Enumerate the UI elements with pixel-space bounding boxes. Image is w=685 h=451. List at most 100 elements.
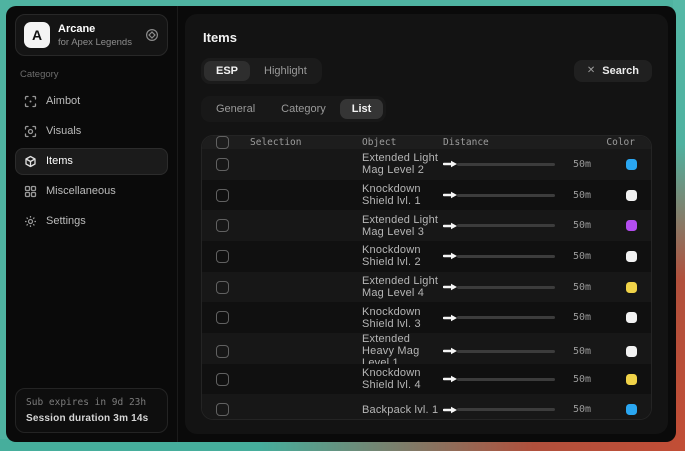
slider-track[interactable] — [457, 408, 555, 411]
slider-track[interactable] — [457, 163, 555, 166]
color-cell — [591, 374, 637, 385]
table-row: Extended Light Mag Level 4 50m — [202, 272, 651, 303]
distance-slider[interactable] — [443, 252, 555, 260]
search-button-label: Search — [602, 65, 639, 77]
sidebar-item-aimbot[interactable]: Aimbot — [15, 88, 168, 115]
color-swatch[interactable] — [626, 282, 637, 293]
row-checkbox[interactable] — [216, 158, 229, 171]
sidebar-item-label: Settings — [46, 215, 86, 227]
brand-name: Arcane — [58, 23, 132, 35]
session-duration-text: Session duration 3m 14s — [26, 413, 157, 424]
row-checkbox[interactable] — [216, 345, 229, 358]
distance-value: 50m — [565, 282, 591, 293]
color-swatch[interactable] — [626, 374, 637, 385]
sidebar-item-visuals[interactable]: Visuals — [15, 118, 168, 145]
gem-icon[interactable] — [145, 28, 159, 42]
select-all-checkbox[interactable] — [216, 136, 229, 149]
color-cell — [591, 346, 637, 357]
slider-track[interactable] — [457, 224, 555, 227]
slider-track[interactable] — [457, 194, 555, 197]
distance-cell: 50m — [443, 190, 591, 201]
column-header-selection: Selection — [250, 137, 362, 148]
table-row: Extended Heavy Mag Level 1 50m — [202, 333, 651, 364]
sidebar-item-settings[interactable]: Settings — [15, 208, 168, 235]
color-swatch[interactable] — [626, 190, 637, 201]
distance-cell: 50m — [443, 159, 591, 170]
mode-tabs: ESP Highlight — [201, 58, 322, 84]
category-label: Category — [20, 69, 163, 80]
row-checkbox[interactable] — [216, 219, 229, 232]
distance-value: 50m — [565, 374, 591, 385]
row-checkbox[interactable] — [216, 373, 229, 386]
row-checkbox[interactable] — [216, 311, 229, 324]
slider-track[interactable] — [457, 286, 555, 289]
brand-subtitle: for Apex Legends — [58, 37, 132, 48]
slider-track[interactable] — [457, 350, 555, 353]
distance-value: 50m — [565, 220, 591, 231]
brand-card: A Arcane for Apex Legends — [15, 14, 168, 56]
distance-cell: 50m — [443, 346, 591, 357]
row-checkbox[interactable] — [216, 189, 229, 202]
table-row: Extended Light Mag Level 3 50m — [202, 210, 651, 241]
table-row: Backpack lvl. 1 50m — [202, 394, 651, 420]
slider-track[interactable] — [457, 378, 555, 381]
sidebar-item-label: Miscellaneous — [46, 185, 116, 197]
tab-highlight[interactable]: Highlight — [252, 61, 319, 81]
row-checkbox[interactable] — [216, 403, 229, 416]
slider-track[interactable] — [457, 316, 555, 319]
column-header-distance: Distance — [443, 137, 591, 148]
tab-general[interactable]: General — [204, 99, 267, 119]
color-swatch[interactable] — [626, 346, 637, 357]
color-swatch[interactable] — [626, 312, 637, 323]
tab-category[interactable]: Category — [269, 99, 338, 119]
distance-slider[interactable] — [443, 222, 555, 230]
column-header-object: Object — [362, 137, 443, 148]
color-swatch[interactable] — [626, 404, 637, 415]
app-window: A Arcane for Apex Legends Category Aimbo — [6, 6, 676, 442]
distance-slider[interactable] — [443, 314, 555, 322]
color-cell — [591, 404, 637, 415]
color-swatch[interactable] — [626, 220, 637, 231]
sidebar: A Arcane for Apex Legends Category Aimbo — [6, 6, 178, 442]
distance-slider[interactable] — [443, 406, 555, 414]
item-object-label: Extended Light Mag Level 4 — [362, 275, 443, 299]
subscription-card: Sub expires in 9d 23h Session duration 3… — [15, 388, 168, 433]
distance-slider[interactable] — [443, 347, 555, 355]
sidebar-item-items[interactable]: Items — [15, 148, 168, 175]
color-cell — [591, 190, 637, 201]
crosshair-icon — [24, 95, 37, 108]
view-tabs: General Category List — [201, 96, 386, 122]
color-swatch[interactable] — [626, 159, 637, 170]
distance-value: 50m — [565, 404, 591, 415]
sidebar-item-miscellaneous[interactable]: Miscellaneous — [15, 178, 168, 205]
brand-logo: A — [24, 22, 50, 48]
distance-cell: 50m — [443, 220, 591, 231]
distance-slider[interactable] — [443, 191, 555, 199]
tab-list[interactable]: List — [340, 99, 384, 119]
sidebar-item-label: Visuals — [46, 125, 81, 137]
distance-cell: 50m — [443, 251, 591, 262]
distance-value: 50m — [565, 190, 591, 201]
color-swatch[interactable] — [626, 251, 637, 262]
distance-slider[interactable] — [443, 283, 555, 291]
color-cell — [591, 220, 637, 231]
distance-slider[interactable] — [443, 375, 555, 383]
distance-cell: 50m — [443, 282, 591, 293]
distance-value: 50m — [565, 346, 591, 357]
table-row: Knockdown Shield lvl. 4 50m — [202, 364, 651, 395]
row-checkbox[interactable] — [216, 281, 229, 294]
color-cell — [591, 159, 637, 170]
distance-slider[interactable] — [443, 160, 555, 168]
sidebar-item-label: Items — [46, 155, 73, 167]
slider-track[interactable] — [457, 255, 555, 258]
search-button[interactable]: ✕ Search — [574, 60, 652, 82]
package-icon — [24, 155, 37, 168]
item-object-label: Knockdown Shield lvl. 4 — [362, 367, 443, 391]
row-checkbox[interactable] — [216, 250, 229, 263]
view-tabs-row: General Category List — [201, 96, 652, 122]
scan-eye-icon — [24, 125, 37, 138]
tab-esp[interactable]: ESP — [204, 61, 250, 81]
table-row: Knockdown Shield lvl. 3 50m — [202, 302, 651, 333]
x-icon: ✕ — [587, 66, 595, 76]
page-title: Items — [203, 30, 652, 45]
